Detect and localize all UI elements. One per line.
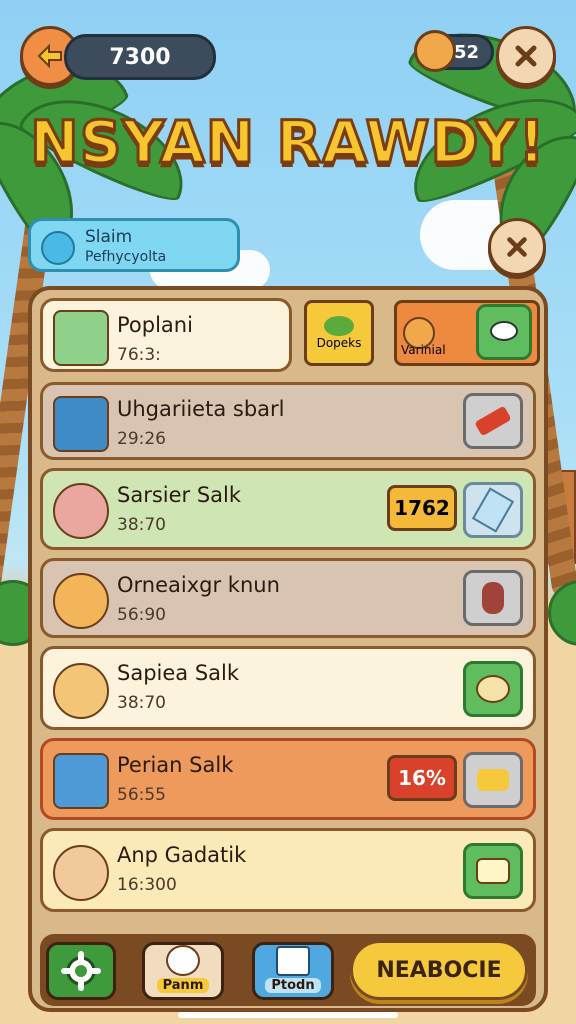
fish-avatar [53,663,109,719]
pet-name: Sarsier Salk [117,483,242,507]
treat-button[interactable] [463,393,523,449]
list-item[interactable]: Uhgariieta sbarl 29:26 [40,382,536,460]
list-item[interactable]: Anp Gadatik 16:300 [40,828,536,912]
percent-badge: 16% [387,755,457,801]
pet-timer: 38:70 [117,515,166,535]
card-icon [471,487,515,533]
pet-list-panel: Poplani 76:3: Dopeks Varinial Uhgariieta… [28,286,548,1012]
pet-timer: 29:26 [117,429,166,449]
sausage-icon [482,582,504,614]
pet-name: Sapiea Salk [117,661,240,685]
home-indicator[interactable] [178,1012,398,1018]
candy-icon [474,405,512,437]
tab-pet-label: Panm [156,978,210,993]
person-avatar [53,845,109,901]
leaf-icon [324,316,354,336]
cat-avatar [53,310,109,366]
close-icon [515,45,537,67]
pet-timer: 38:70 [117,693,166,713]
pet-name: Anp Gadatik [117,843,247,867]
pet-timer: 56:90 [117,605,166,625]
coin-counter: 7300 [64,34,216,80]
level-badge: 1762 [387,485,457,531]
status-label: Slaim [85,227,133,247]
gift-button[interactable] [463,843,523,899]
secondary-close-button[interactable] [488,218,546,276]
chat-icon [490,321,518,341]
list-item[interactable]: Sapiea Salk 38:70 [40,646,536,730]
person-avatar [53,753,109,809]
arrow-left-icon [37,43,62,69]
fish-avatar [53,396,109,452]
pet-timer: 16:300 [117,875,177,895]
page-title: NSYAN RAWDY! [29,107,547,178]
feed-button[interactable] [463,482,523,538]
status-sublabel: Pefhycyolta [85,249,167,265]
tab-photo-label: Ptodn [265,978,321,993]
photo-icon [276,946,310,976]
primary-action-button[interactable]: NEABOCIE [350,940,528,1000]
gear-icon [61,951,101,991]
pet-name: Poplani [117,313,193,337]
pet-name: Orneaixgr knun [117,573,280,597]
list-item[interactable]: Sarsier Salk 38:70 1762 [40,468,536,550]
pet-name: Uhgariieta sbarl [117,397,285,421]
bowl-icon [476,675,510,703]
tag-dopeks[interactable]: Dopeks [304,300,374,366]
close-button[interactable] [496,26,556,86]
fetch-button[interactable] [463,752,523,808]
cat-avatar [53,483,109,539]
toy-button[interactable] [463,570,523,626]
pet-timer: 76:3: [117,345,161,365]
status-icon [41,231,75,265]
food-button[interactable] [463,661,523,717]
cat-face-icon [414,30,456,72]
settings-button[interactable] [46,942,116,1000]
status-pill[interactable]: Slaim Pefhycyolta [28,218,240,272]
chat-button[interactable] [476,304,532,360]
close-icon [507,237,527,257]
pet-name: Perian Salk [117,753,234,777]
bottom-bar: Panm Ptodn NEABOCIE [40,934,536,1006]
pet-timer: 56:55 [117,785,166,805]
list-item[interactable]: Perian Salk 56:55 16% [40,738,536,820]
dog-avatar [53,573,109,629]
featured-list-item[interactable]: Poplani 76:3: [40,298,292,372]
dish-icon [476,858,510,884]
tab-pet[interactable]: Panm [142,942,224,1000]
tab-photo[interactable]: Ptodn [252,942,334,1000]
pet-face-icon [166,945,200,976]
list-item[interactable]: Orneaixgr knun 56:90 [40,558,536,638]
treats-icon [477,769,509,791]
